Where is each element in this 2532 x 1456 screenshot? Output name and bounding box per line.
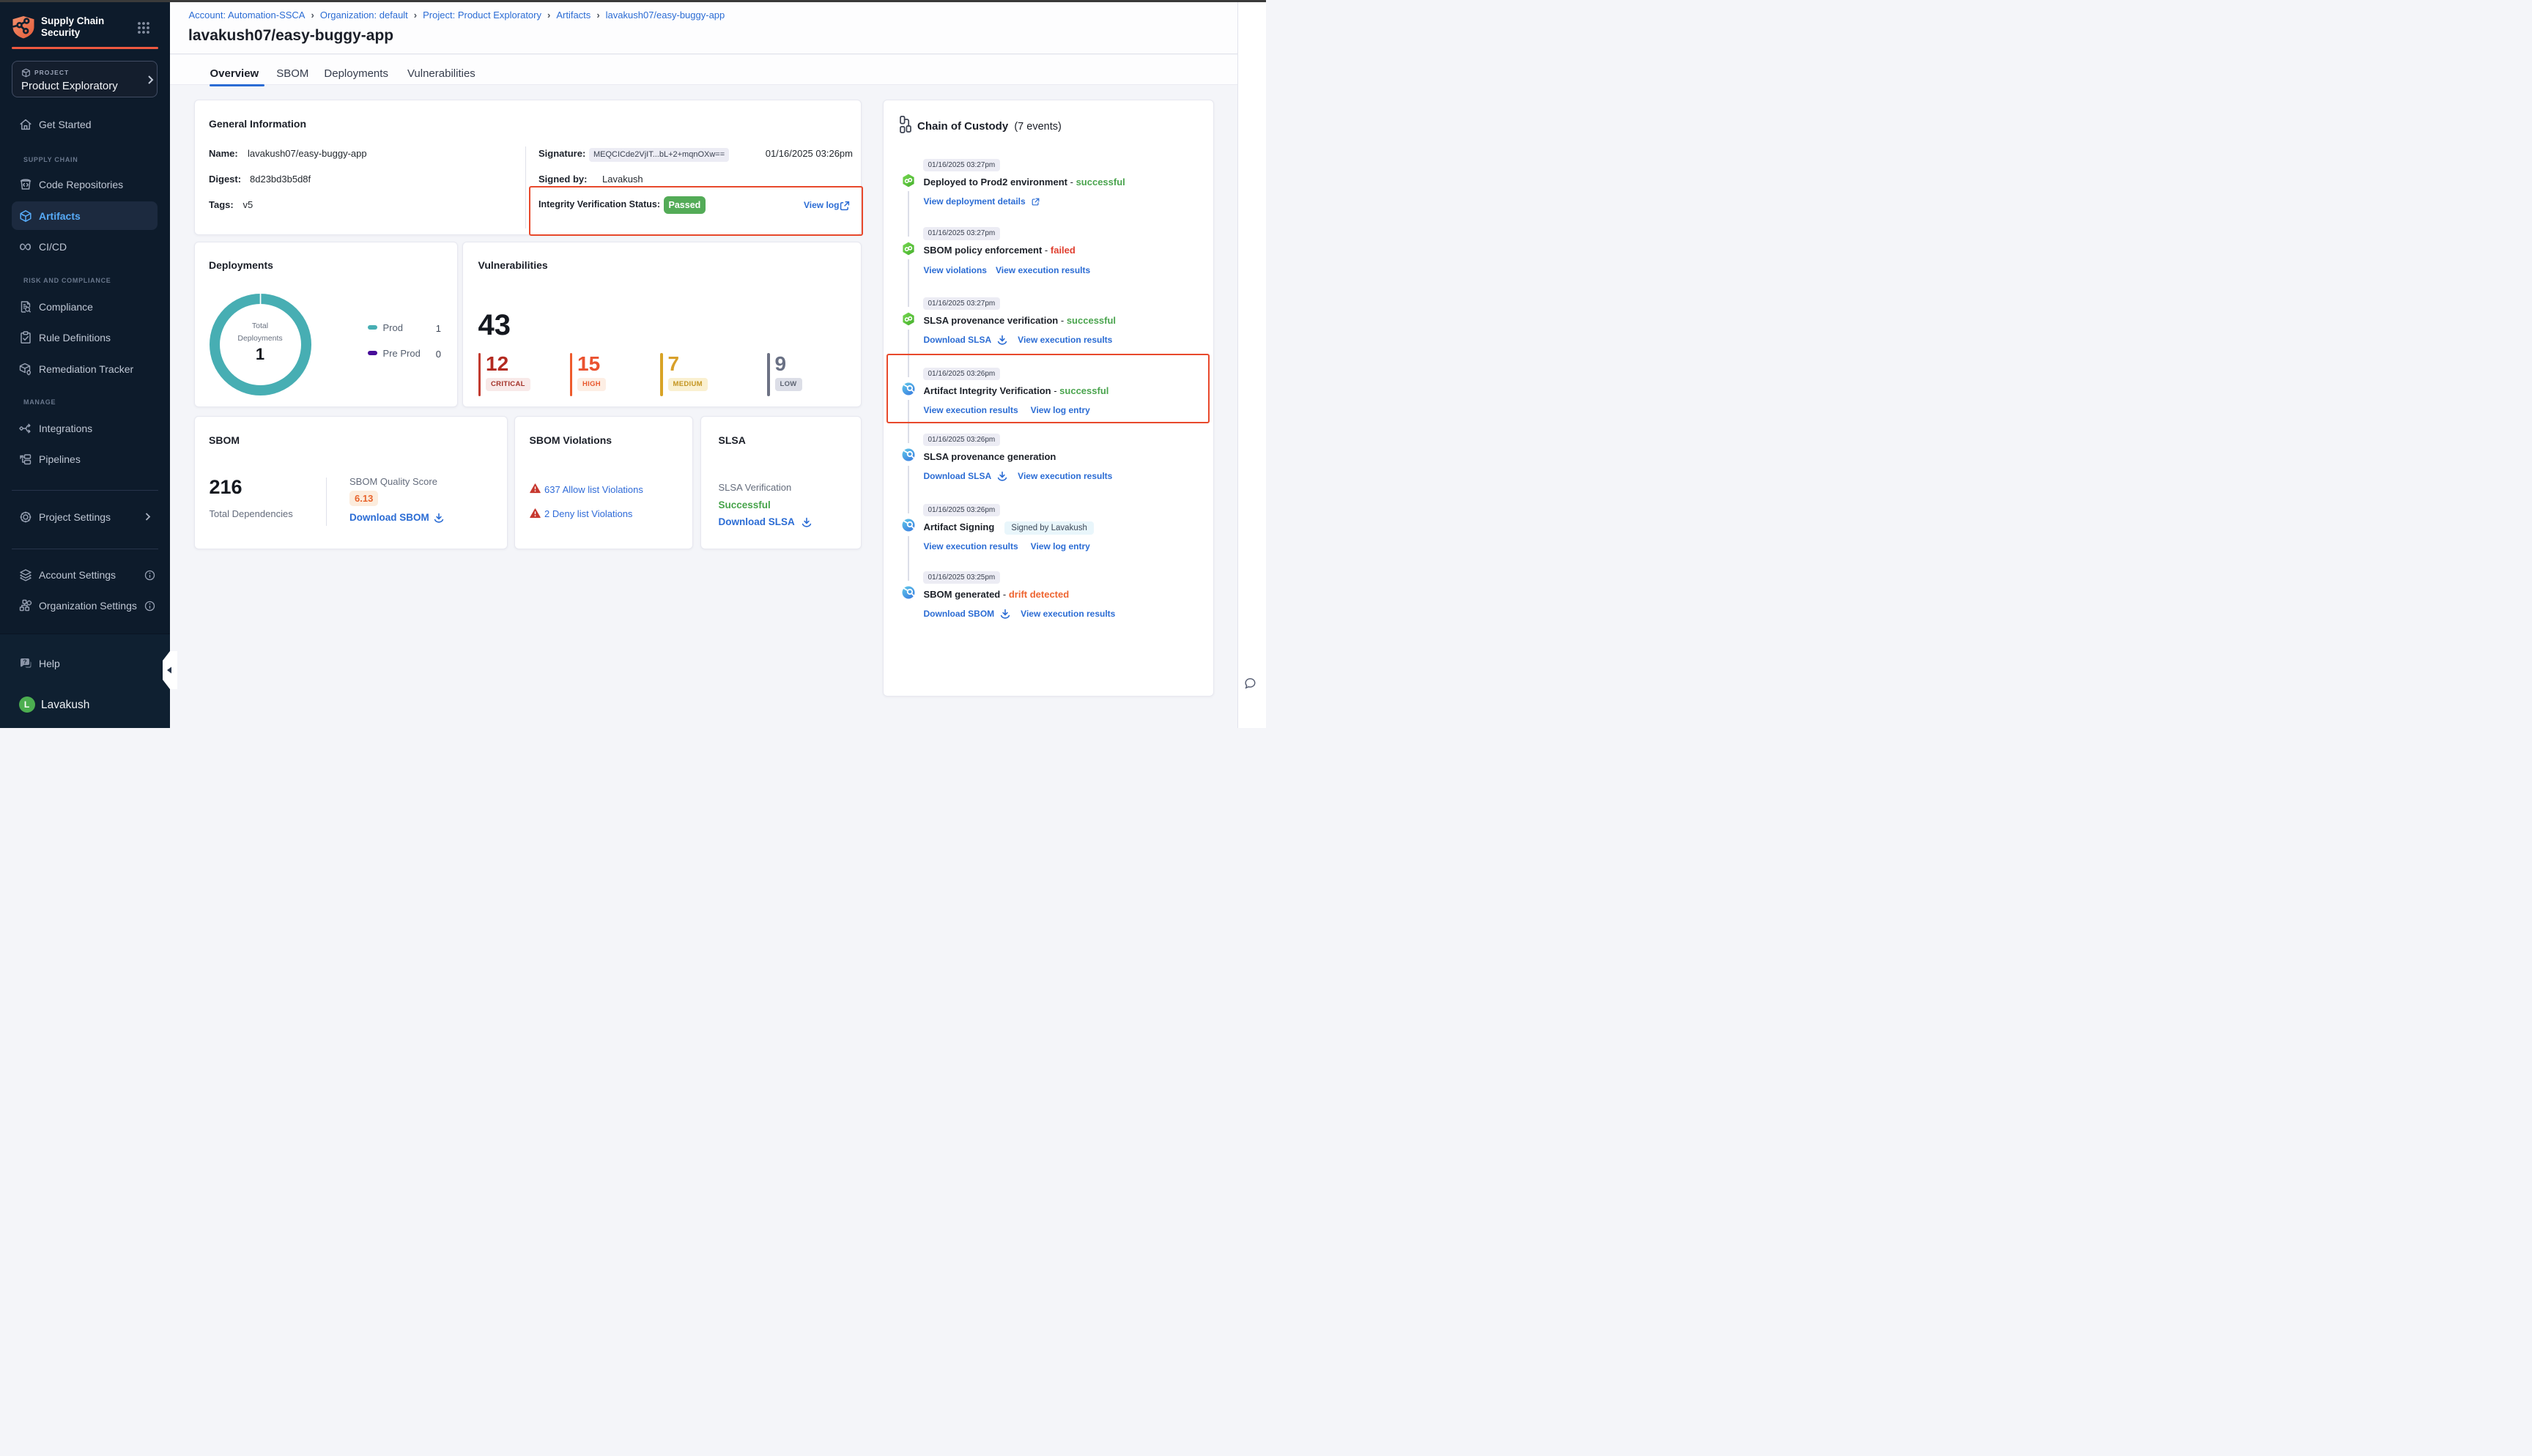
svg-text:?: ? [23, 658, 26, 665]
